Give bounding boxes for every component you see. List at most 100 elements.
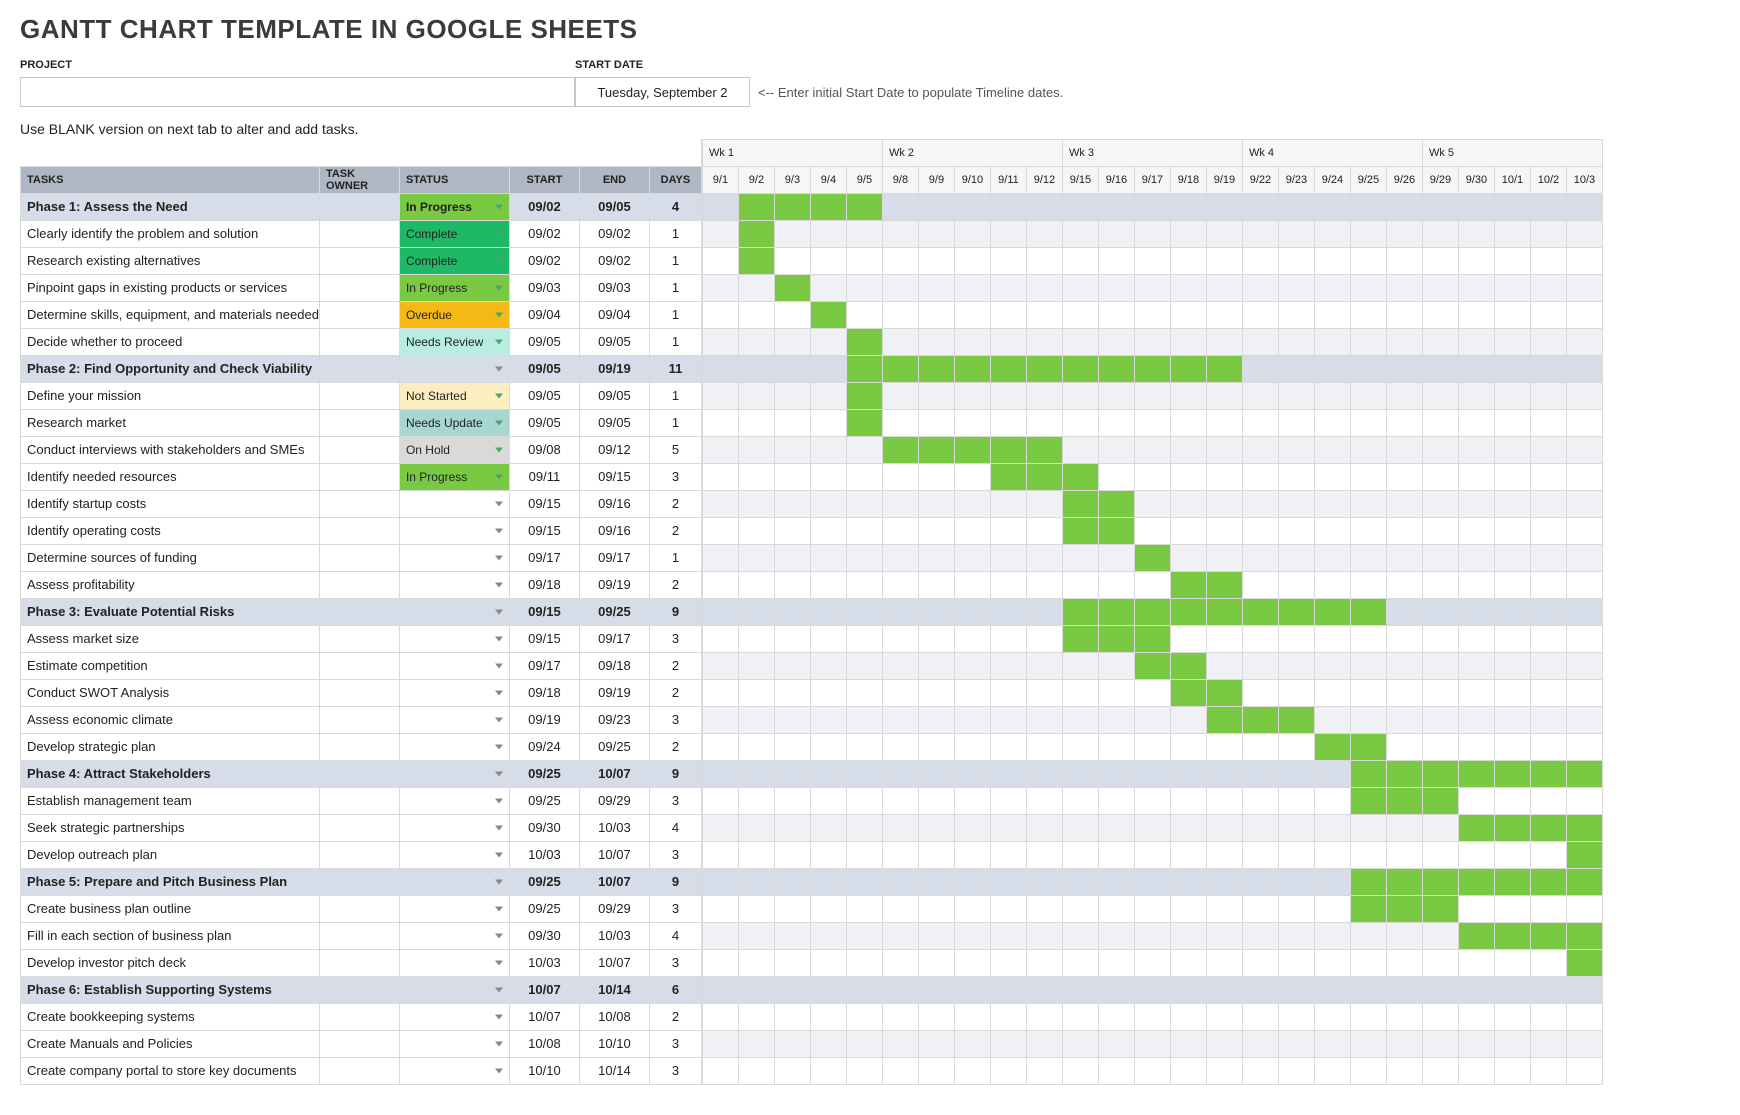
- end-cell[interactable]: 09/02: [579, 220, 649, 247]
- timeline-cell[interactable]: [1098, 896, 1134, 923]
- chevron-down-icon[interactable]: [495, 501, 503, 506]
- timeline-cell[interactable]: [1170, 977, 1206, 1004]
- task-row[interactable]: Seek strategic partnerships09/3010/034: [21, 814, 702, 841]
- task-name-cell[interactable]: Research existing alternatives: [21, 247, 320, 274]
- timeline-cell[interactable]: [1314, 680, 1350, 707]
- timeline-cell[interactable]: [1314, 329, 1350, 356]
- timeline-cell[interactable]: [846, 329, 882, 356]
- timeline-cell[interactable]: [882, 302, 918, 329]
- timeline-cell[interactable]: [738, 518, 774, 545]
- timeline-cell[interactable]: [1314, 761, 1350, 788]
- timeline-cell[interactable]: [1458, 1058, 1494, 1085]
- timeline-cell[interactable]: [1170, 302, 1206, 329]
- task-owner-cell[interactable]: [319, 598, 399, 625]
- task-owner-cell[interactable]: [319, 706, 399, 733]
- status-dropdown[interactable]: Needs Review: [399, 328, 509, 355]
- status-dropdown[interactable]: In Progress: [399, 463, 509, 490]
- timeline-cell[interactable]: [702, 761, 738, 788]
- timeline-cell[interactable]: [1134, 653, 1170, 680]
- timeline-cell[interactable]: [1566, 383, 1602, 410]
- timeline-cell[interactable]: [882, 680, 918, 707]
- timeline-cell[interactable]: [954, 356, 990, 383]
- task-owner-cell[interactable]: [319, 301, 399, 328]
- timeline-cell[interactable]: [882, 356, 918, 383]
- timeline-cell[interactable]: [1062, 734, 1098, 761]
- start-cell[interactable]: 09/19: [509, 706, 579, 733]
- days-cell[interactable]: 2: [649, 517, 701, 544]
- timeline-cell[interactable]: [882, 707, 918, 734]
- task-name-cell[interactable]: Clearly identify the problem and solutio…: [21, 220, 320, 247]
- end-cell[interactable]: 09/05: [579, 193, 649, 220]
- task-owner-cell[interactable]: [319, 787, 399, 814]
- timeline-cell[interactable]: [990, 707, 1026, 734]
- end-cell[interactable]: 10/08: [579, 1003, 649, 1030]
- timeline-cell[interactable]: [774, 383, 810, 410]
- chevron-down-icon[interactable]: [495, 366, 503, 371]
- timeline-cell[interactable]: [1530, 1031, 1566, 1058]
- timeline-cell[interactable]: [1026, 572, 1062, 599]
- status-dropdown[interactable]: [399, 949, 509, 976]
- task-name-cell[interactable]: Phase 6: Establish Supporting Systems: [21, 976, 320, 1003]
- timeline-cell[interactable]: [738, 275, 774, 302]
- timeline-cell[interactable]: [810, 626, 846, 653]
- days-cell[interactable]: 9: [649, 598, 701, 625]
- timeline-cell[interactable]: [1350, 437, 1386, 464]
- start-cell[interactable]: 09/18: [509, 571, 579, 598]
- timeline-cell[interactable]: [1278, 788, 1314, 815]
- timeline-cell[interactable]: [1242, 653, 1278, 680]
- timeline-cell[interactable]: [1062, 788, 1098, 815]
- timeline-cell[interactable]: [738, 464, 774, 491]
- timeline-cell[interactable]: [810, 788, 846, 815]
- timeline-cell[interactable]: [1278, 518, 1314, 545]
- timeline-cell[interactable]: [1494, 761, 1530, 788]
- timeline-cell[interactable]: [846, 680, 882, 707]
- timeline-cell[interactable]: [1422, 248, 1458, 275]
- task-owner-cell[interactable]: [319, 463, 399, 490]
- task-row[interactable]: Create company portal to store key docum…: [21, 1057, 702, 1084]
- timeline-cell[interactable]: [1062, 680, 1098, 707]
- timeline-cell[interactable]: [1206, 1004, 1242, 1031]
- timeline-cell[interactable]: [1458, 815, 1494, 842]
- timeline-cell[interactable]: [1242, 734, 1278, 761]
- timeline-cell[interactable]: [1386, 1004, 1422, 1031]
- timeline-cell[interactable]: [1386, 248, 1422, 275]
- timeline-cell[interactable]: [1494, 302, 1530, 329]
- status-dropdown[interactable]: Complete: [399, 220, 509, 247]
- timeline-cell[interactable]: [1134, 815, 1170, 842]
- end-cell[interactable]: 09/05: [579, 382, 649, 409]
- timeline-cell[interactable]: [1566, 842, 1602, 869]
- timeline-cell[interactable]: [846, 869, 882, 896]
- status-dropdown[interactable]: Needs Update: [399, 409, 509, 436]
- timeline-cell[interactable]: [1278, 653, 1314, 680]
- timeline-cell[interactable]: [1062, 302, 1098, 329]
- timeline-cell[interactable]: [1422, 599, 1458, 626]
- start-cell[interactable]: 09/15: [509, 598, 579, 625]
- days-cell[interactable]: 1: [649, 328, 701, 355]
- timeline-cell[interactable]: [810, 653, 846, 680]
- timeline-cell[interactable]: [1458, 680, 1494, 707]
- start-cell[interactable]: 09/08: [509, 436, 579, 463]
- timeline-cell[interactable]: [1026, 383, 1062, 410]
- status-dropdown[interactable]: [399, 679, 509, 706]
- chevron-down-icon[interactable]: [495, 555, 503, 560]
- task-owner-cell[interactable]: [319, 949, 399, 976]
- timeline-cell[interactable]: [1458, 1004, 1494, 1031]
- timeline-cell[interactable]: [990, 815, 1026, 842]
- timeline-cell[interactable]: [1494, 356, 1530, 383]
- timeline-cell[interactable]: [1314, 464, 1350, 491]
- timeline-cell[interactable]: [846, 815, 882, 842]
- timeline-cell[interactable]: [1170, 383, 1206, 410]
- timeline-cell[interactable]: [1566, 248, 1602, 275]
- timeline-cell[interactable]: [738, 815, 774, 842]
- timeline-cell[interactable]: [1530, 464, 1566, 491]
- timeline-cell[interactable]: [738, 410, 774, 437]
- timeline-cell[interactable]: [1206, 977, 1242, 1004]
- timeline-cell[interactable]: [918, 221, 954, 248]
- timeline-cell[interactable]: [954, 599, 990, 626]
- timeline-cell[interactable]: [1350, 707, 1386, 734]
- timeline-cell[interactable]: [1350, 194, 1386, 221]
- timeline-cell[interactable]: [1314, 815, 1350, 842]
- timeline-cell[interactable]: [1098, 950, 1134, 977]
- timeline-cell[interactable]: [1530, 680, 1566, 707]
- timeline-cell[interactable]: [1494, 572, 1530, 599]
